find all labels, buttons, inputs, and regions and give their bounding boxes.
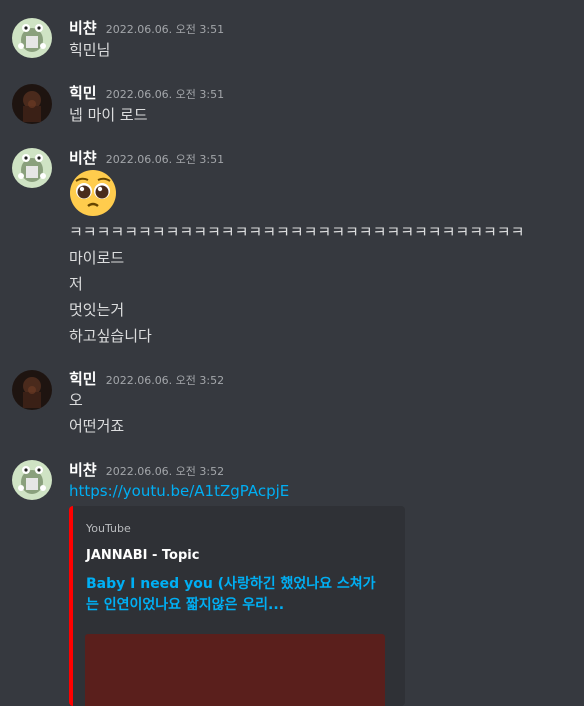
username[interactable]: 힉민 bbox=[69, 370, 97, 388]
dark-figure-avatar-icon bbox=[12, 370, 52, 410]
timestamp: 2022.06.06. 오전 3:51 bbox=[105, 23, 225, 36]
pleading-face-emoji-icon[interactable] bbox=[69, 169, 117, 221]
message-text: 마이로드 bbox=[69, 249, 125, 267]
green-character-avatar-icon bbox=[12, 18, 52, 58]
message-text: ㅋㅋㅋㅋㅋㅋㅋㅋㅋㅋㅋㅋㅋㅋㅋㅋㅋㅋㅋㅋㅋㅋㅋㅋㅋㅋㅋㅋㅋㅋㅋㅋㅋ bbox=[69, 223, 525, 241]
youtube-link[interactable]: https://youtu.be/A1tZgPAcpjE bbox=[69, 482, 289, 500]
youtube-embed: YouTube JANNABI - Topic Baby I need you … bbox=[69, 506, 405, 706]
message-header: 비챤 2022.06.06. 오전 3:51 bbox=[69, 147, 224, 167]
message-header: 힉민 2022.06.06. 오전 3:51 bbox=[69, 82, 224, 102]
green-character-avatar-icon bbox=[12, 460, 52, 500]
avatar[interactable] bbox=[12, 148, 52, 188]
message-text: 힉민님 bbox=[69, 41, 111, 59]
message-text: 오 bbox=[69, 391, 83, 409]
username[interactable]: 힉민 bbox=[69, 84, 97, 102]
avatar[interactable] bbox=[12, 460, 52, 500]
message-header: 비챤 2022.06.06. 오전 3:52 bbox=[69, 459, 224, 479]
embed-title[interactable]: Baby I need you (사랑하긴 했었나요 스쳐가는 인연이었나요 짧… bbox=[86, 574, 386, 616]
timestamp: 2022.06.06. 오전 3:51 bbox=[105, 88, 225, 101]
timestamp: 2022.06.06. 오전 3:52 bbox=[105, 374, 225, 387]
message-text: 멋잇는거 bbox=[69, 301, 125, 319]
timestamp: 2022.06.06. 오전 3:52 bbox=[105, 465, 225, 478]
avatar[interactable] bbox=[12, 370, 52, 410]
message-text: 하고싶습니다 bbox=[69, 327, 152, 345]
message-header: 비챤 2022.06.06. 오전 3:51 bbox=[69, 17, 224, 37]
avatar[interactable] bbox=[12, 18, 52, 58]
message-header: 힉민 2022.06.06. 오전 3:52 bbox=[69, 368, 224, 388]
message-text: 저 bbox=[69, 275, 83, 293]
message-text: 넵 마이 로드 bbox=[69, 106, 148, 124]
timestamp: 2022.06.06. 오전 3:51 bbox=[105, 153, 225, 166]
avatar[interactable] bbox=[12, 84, 52, 124]
username[interactable]: 비챤 bbox=[69, 19, 97, 37]
message-text: 어떤거죠 bbox=[69, 417, 125, 435]
green-character-avatar-icon bbox=[12, 148, 52, 188]
dark-figure-avatar-icon bbox=[12, 84, 52, 124]
embed-provider[interactable]: YouTube bbox=[86, 522, 131, 535]
username[interactable]: 비챤 bbox=[69, 461, 97, 479]
embed-author[interactable]: JANNABI - Topic bbox=[86, 548, 199, 563]
username[interactable]: 비챤 bbox=[69, 149, 97, 167]
